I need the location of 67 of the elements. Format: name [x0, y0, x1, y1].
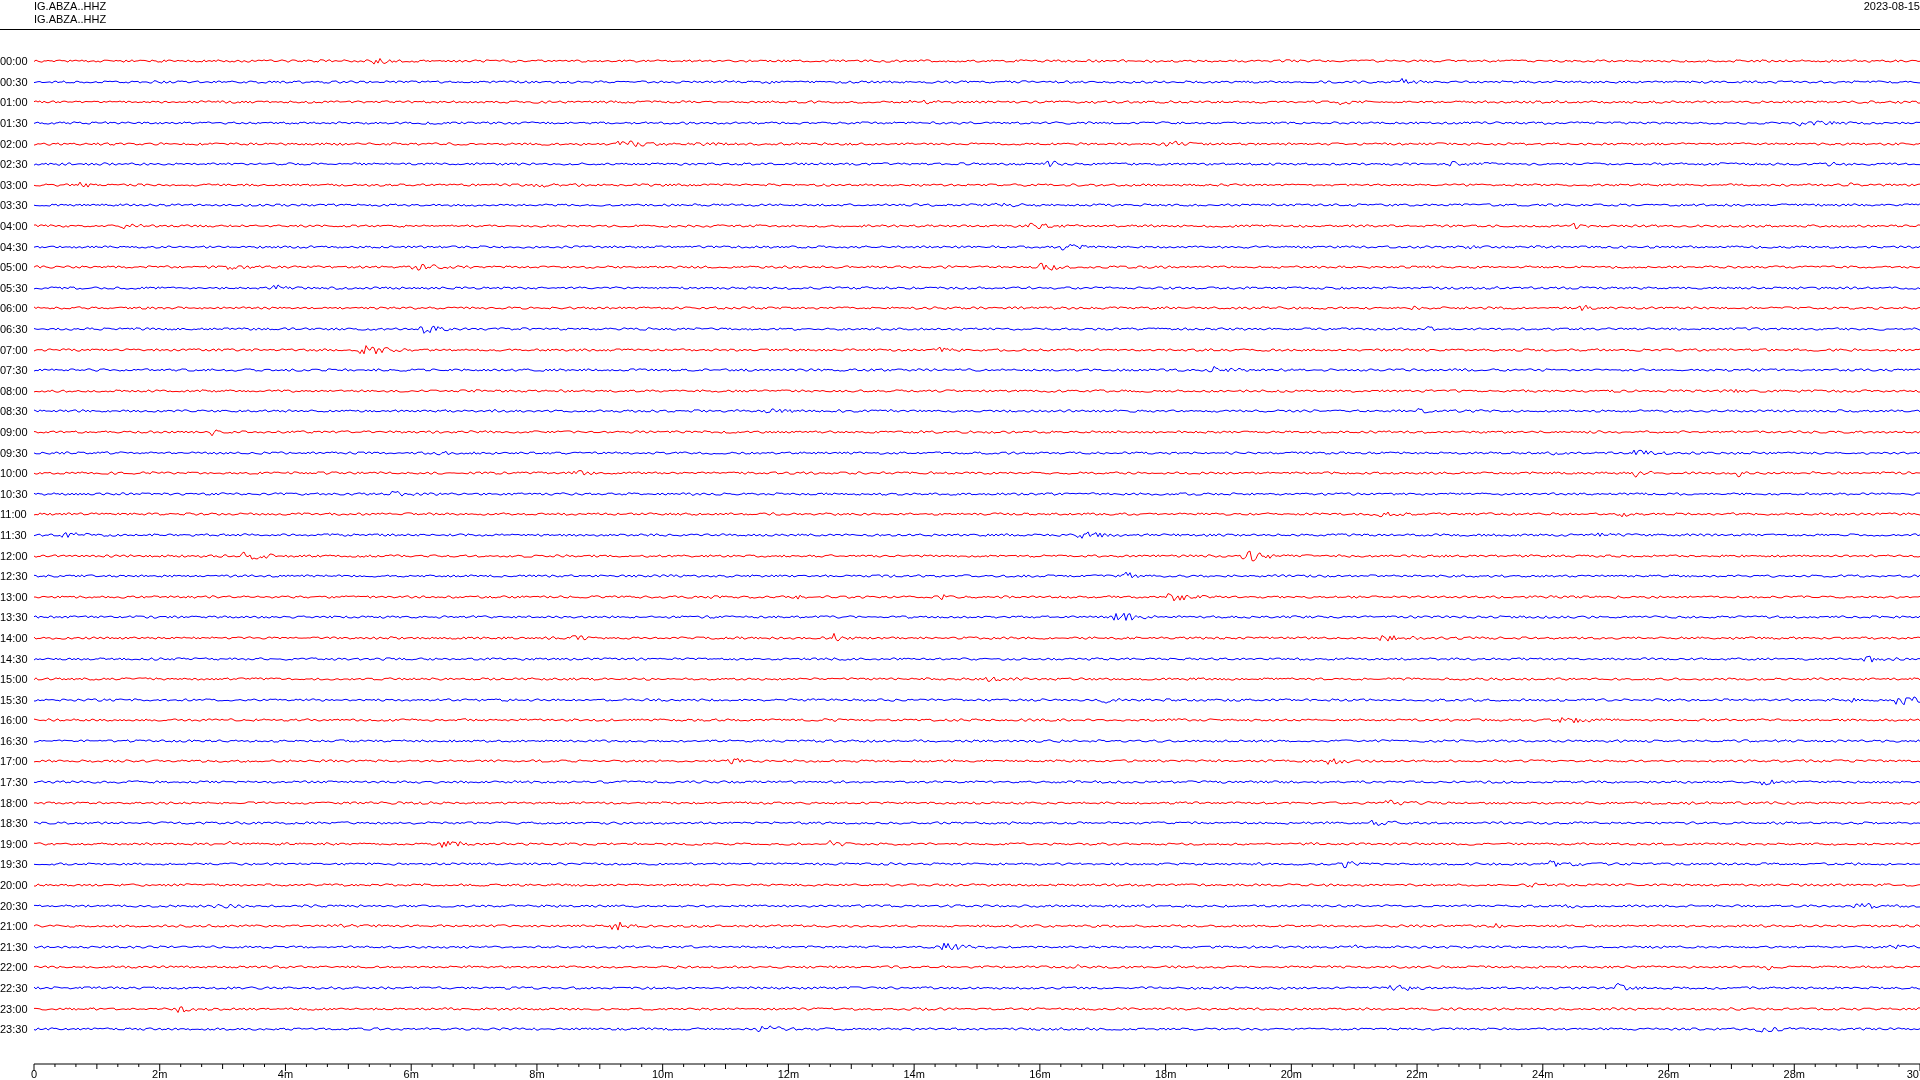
time-label: 00:00	[0, 55, 29, 68]
tick-label: 10m	[651, 1067, 674, 1080]
time-label: 20:30	[0, 899, 29, 912]
time-label: 05:30	[0, 281, 29, 294]
time-label: 04:30	[0, 240, 29, 253]
time-label: 16:30	[0, 734, 29, 747]
time-label: 04:00	[0, 220, 29, 233]
time-label: 08:00	[0, 384, 29, 397]
time-label: 08:30	[0, 405, 29, 418]
time-label: 23:30	[0, 1023, 29, 1036]
time-label: 00:30	[0, 75, 29, 88]
time-label: 09:30	[0, 446, 29, 459]
time-label: 11:00	[0, 508, 28, 521]
tick-label: 22m	[1406, 1067, 1428, 1080]
time-label: 10:00	[0, 467, 29, 480]
time-label: 21:30	[0, 940, 29, 953]
tick-label: 14m	[903, 1067, 925, 1080]
time-label: 01:30	[0, 117, 29, 130]
tick-label: 8m	[529, 1067, 545, 1080]
time-label: 13:30	[0, 611, 29, 624]
time-label: 06:00	[0, 302, 29, 315]
tick-label: 2m	[152, 1067, 168, 1080]
tick-label: 28m	[1783, 1067, 1805, 1080]
time-label: 12:00	[0, 549, 29, 562]
time-label: 22:30	[0, 982, 29, 994]
time-label: 17:00	[0, 755, 29, 768]
time-label: 13:00	[0, 590, 29, 603]
time-label: 20:00	[0, 879, 29, 892]
time-label: 11:30	[0, 528, 28, 541]
time-label: 06:30	[0, 323, 29, 335]
time-label: 18:00	[0, 796, 29, 809]
tick-label: 24m	[1532, 1067, 1554, 1080]
time-label: 03:00	[0, 178, 29, 191]
time-label: 01:00	[0, 96, 29, 109]
time-label: 12:30	[0, 570, 29, 583]
time-label: 16:00	[0, 714, 29, 727]
time-label: 14:00	[0, 631, 29, 644]
tick-label: 18m	[1154, 1067, 1177, 1080]
time-label: 15:00	[0, 673, 29, 686]
time-label: 05:00	[0, 261, 29, 274]
tick-label: 12m	[777, 1067, 800, 1080]
tick-label: 0	[30, 1067, 38, 1080]
tick-label: 26m	[1657, 1067, 1680, 1080]
time-label: 10:30	[0, 487, 29, 500]
time-label: 19:30	[0, 858, 29, 871]
tick-label: 4m	[277, 1067, 294, 1080]
station-label: IG.ABZA..HHZ	[34, 13, 107, 26]
time-label: 14:30	[0, 652, 29, 665]
tick-label: 30	[1906, 1067, 1919, 1080]
time-label: 15:30	[0, 693, 29, 706]
time-label: 07:00	[0, 343, 29, 356]
date-label: 2023-08-15	[1863, 0, 1920, 13]
time-label: 21:00	[0, 920, 29, 933]
time-label: 02:30	[0, 158, 29, 171]
time-label: 09:00	[0, 426, 29, 438]
time-label: 03:30	[0, 199, 29, 212]
tick-label: 16m	[1029, 1067, 1051, 1080]
time-label: 02:00	[0, 137, 29, 150]
time-label: 07:30	[0, 364, 29, 377]
time-label: 23:00	[0, 1002, 29, 1015]
time-label: 17:30	[0, 776, 29, 789]
time-label: 22:00	[0, 961, 29, 974]
time-label: 19:00	[0, 837, 29, 850]
station-label: IG.ABZA..HHZ	[34, 0, 107, 13]
tick-label: 20m	[1280, 1067, 1303, 1080]
time-label: 18:30	[0, 817, 29, 830]
tick-label: 6m	[403, 1067, 419, 1080]
